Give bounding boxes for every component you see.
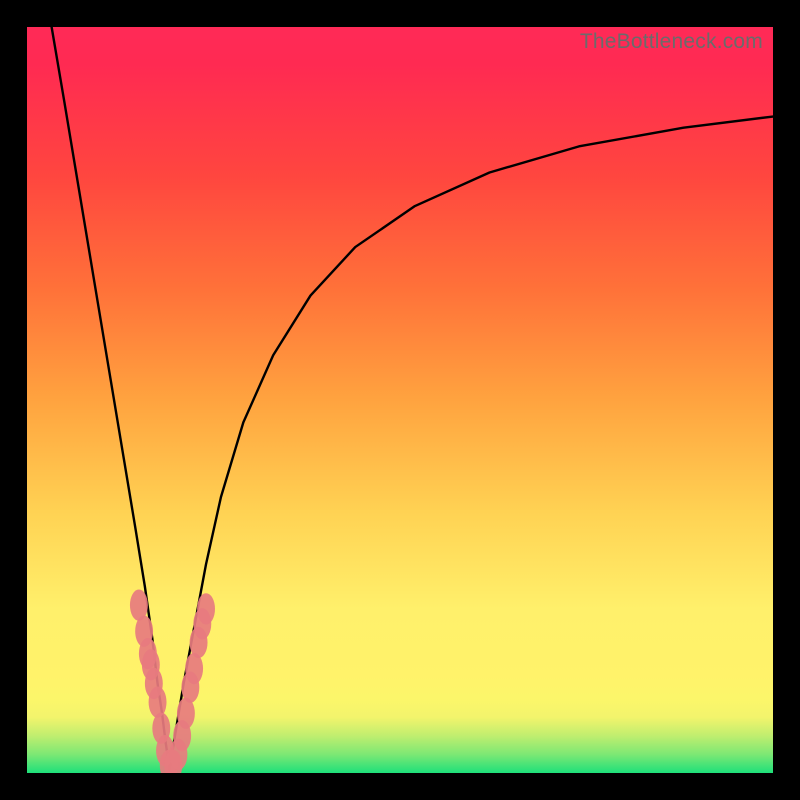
gradient-background [27,27,773,773]
watermark-text: TheBottleneck.com [580,30,763,54]
data-point [149,686,167,717]
plot-area: TheBottleneck.com [27,27,773,773]
chart-svg [27,27,773,773]
image-frame: TheBottleneck.com [0,0,800,800]
data-point [197,593,215,624]
